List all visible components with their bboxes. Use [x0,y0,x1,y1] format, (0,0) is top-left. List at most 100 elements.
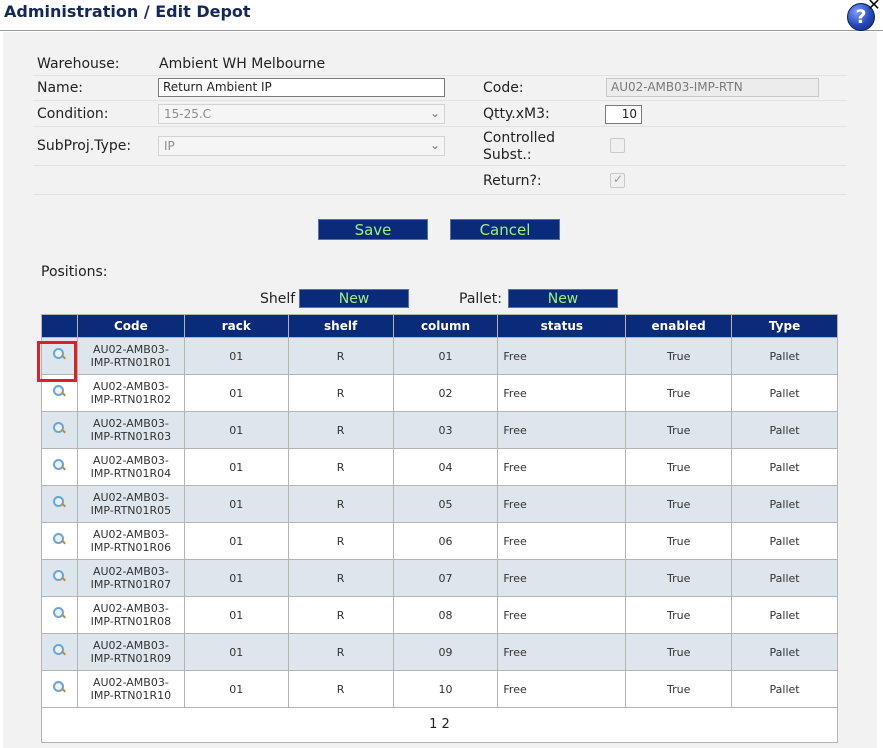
status-cell: Free [497,374,627,412]
magnifier-icon[interactable] [52,496,66,509]
table-row[interactable]: AU02-AMB03- IMP-RTN01R09 01 R 09 Free True Pall… [41,633,838,671]
magnifier-icon[interactable] [52,533,66,546]
magnifier-icon[interactable] [52,570,66,583]
qtty-field[interactable]: 10 [605,105,642,124]
view-cell[interactable] [41,596,78,634]
column-header-type[interactable]: Type [731,314,838,338]
table-row[interactable]: AU02-AMB03- IMP-RTN01R05 01 R 05 Free True Pall… [41,485,838,523]
column-header-column[interactable]: column [392,314,499,338]
magnifier-icon[interactable] [52,385,66,398]
code-line-1: AU02-AMB03- [92,454,169,467]
subproj-select[interactable]: IP ⌄ [158,136,445,156]
highlight-box [37,341,77,382]
magnifier-icon[interactable] [52,681,66,694]
type-cell: Pallet [731,448,838,486]
view-cell[interactable] [41,448,78,486]
view-cell[interactable] [41,411,78,449]
condition-select[interactable]: 15-25.C ⌄ [158,104,445,124]
table-row[interactable]: AU02-AMB03- IMP-RTN01R07 01 R 07 Free True Pall… [41,559,838,597]
controlled-checkbox[interactable] [610,138,625,153]
code-line-2: IMP-RTN01R03 [90,430,172,443]
page-title: Administration / Edit Depot [4,2,251,21]
row-divider [33,75,847,76]
enabled-cell: True [625,559,733,597]
enabled-cell: True [625,596,733,634]
code-cell: AU02-AMB03- IMP-RTN01R02 [76,374,185,412]
table-row[interactable]: AU02-AMB03- IMP-RTN01R02 01 R 02 Free True Pall… [41,374,838,412]
column-header-status[interactable]: status [497,314,627,338]
warehouse-value: Ambient WH Melbourne [159,56,326,72]
enabled-cell: True [625,485,733,523]
table-row[interactable]: AU02-AMB03- IMP-RTN01R08 01 R 08 Free True Pall… [41,596,838,634]
view-cell[interactable] [41,670,78,708]
type-cell: Pallet [731,596,838,634]
column-header-enabled[interactable]: enabled [625,314,733,338]
column-cell: 04 [392,448,499,486]
code-line-2: IMP-RTN01R04 [90,467,172,480]
condition-label: Condition: [37,106,109,122]
table-row[interactable]: AU02-AMB03- IMP-RTN01R04 01 R 04 Free True Pall… [41,448,838,486]
shelf-cell: R [287,633,394,671]
code-line-1: AU02-AMB03- [92,602,169,615]
warehouse-label: Warehouse: [37,56,120,72]
row-divider [33,165,847,166]
name-field[interactable]: Return Ambient IP [158,78,445,97]
magnifier-icon[interactable] [52,422,66,435]
enabled-cell: True [625,374,733,412]
new-shelf-button[interactable]: New [299,289,409,308]
column-cell: 01 [392,337,499,375]
shelf-cell: R [287,559,394,597]
code-line-1: AU02-AMB03- [92,380,169,393]
type-cell: Pallet [731,485,838,523]
rack-cell: 01 [183,559,289,597]
view-cell[interactable] [41,559,78,597]
code-line-1: AU02-AMB03- [92,639,169,652]
code-field[interactable]: AU02-AMB03-IMP-RTN [606,78,819,97]
magnifier-icon[interactable] [52,644,66,657]
view-cell[interactable] [41,522,78,560]
return-label: Return?: [483,173,542,189]
close-icon[interactable]: ✕ [866,0,882,13]
save-button[interactable]: Save [318,219,428,240]
view-cell[interactable] [41,485,78,523]
code-cell: AU02-AMB03- IMP-RTN01R06 [76,522,185,560]
column-header-rack[interactable]: rack [183,314,289,338]
enabled-cell: True [625,670,733,708]
status-cell: Free [497,670,627,708]
shelf-cell: R [287,448,394,486]
shelf-cell: R [287,485,394,523]
view-cell[interactable] [41,633,78,671]
table-row[interactable]: AU02-AMB03- IMP-RTN01R01 01 R 01 Free True Pall… [41,337,838,375]
shelf-cell: R [287,374,394,412]
table-row[interactable]: AU02-AMB03- IMP-RTN01R06 01 R 06 Free True Pall… [41,522,838,560]
magnifier-icon[interactable] [52,459,66,472]
title-bar: Administration / Edit Depot ? ✕ [0,0,883,31]
type-cell: Pallet [731,411,838,449]
type-cell: Pallet [731,337,838,375]
type-cell: Pallet [731,633,838,671]
shelf-cell: R [287,596,394,634]
code-cell: AU02-AMB03- IMP-RTN01R05 [76,485,185,523]
column-header-shelf[interactable]: shelf [287,314,394,338]
code-cell: AU02-AMB03- IMP-RTN01R08 [76,596,185,634]
cancel-button[interactable]: Cancel [450,219,560,240]
row-divider [33,194,847,195]
magnifier-icon[interactable] [52,607,66,620]
return-checkbox[interactable] [610,172,625,188]
column-header-code[interactable]: Code [76,314,185,338]
column-header [41,314,78,338]
code-label: Code: [483,80,524,96]
code-line-2: IMP-RTN01R06 [90,541,172,554]
enabled-cell: True [625,522,733,560]
chevron-down-icon: ⌄ [429,106,440,120]
code-line-1: AU02-AMB03- [92,565,169,578]
table-row[interactable]: AU02-AMB03- IMP-RTN01R03 01 R 03 Free True Pall… [41,411,838,449]
table-row[interactable]: AU02-AMB03- IMP-RTN01R10 01 R 10 Free True Pall… [41,670,838,708]
new-pallet-button[interactable]: New [508,289,618,308]
positions-table: Code rack shelf column status enabled Ty… [41,314,838,708]
chevron-down-icon: ⌄ [429,138,440,152]
status-cell: Free [497,485,627,523]
row-divider [33,100,847,101]
status-cell: Free [497,559,627,597]
pager[interactable]: 1 2 [41,708,838,743]
